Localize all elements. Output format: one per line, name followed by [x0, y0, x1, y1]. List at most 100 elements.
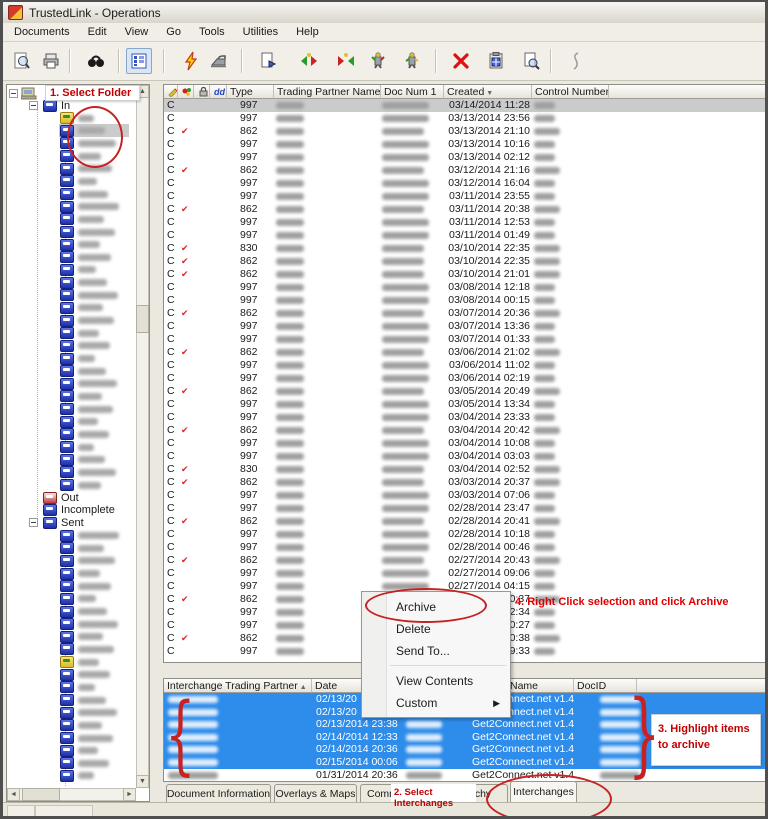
table-row[interactable]: C 997 03/11/2014 23:55: [164, 190, 765, 203]
find-button[interactable]: [83, 48, 109, 74]
tree-expander-icon[interactable]: [29, 518, 38, 528]
tab-document-information[interactable]: Document Information: [166, 784, 271, 802]
scroll-right-arrow[interactable]: ►: [123, 788, 136, 801]
table-row[interactable]: C ✔ 862 03/03/2014 20:37: [164, 476, 765, 489]
tree-item[interactable]: [60, 592, 96, 605]
edit-pencil-column-header[interactable]: [164, 85, 178, 99]
column-header-control-number[interactable]: Control Number: [532, 85, 609, 99]
tree-item[interactable]: [60, 251, 111, 264]
tree-item[interactable]: [60, 630, 103, 643]
scroll-left-arrow[interactable]: ◄: [7, 788, 20, 801]
tree-item[interactable]: [60, 263, 96, 276]
delete-button[interactable]: [448, 48, 474, 74]
scroll-down-arrow[interactable]: ▼: [136, 775, 149, 788]
table-row[interactable]: C ✔ 862 03/04/2014 20:42: [164, 424, 765, 437]
tree-item[interactable]: [60, 605, 107, 618]
table-row[interactable]: C ✔ 862 03/06/2014 21:02: [164, 346, 765, 359]
tree-item[interactable]: [60, 732, 113, 745]
tree-item[interactable]: [60, 466, 116, 479]
tree-item[interactable]: [60, 415, 98, 428]
tree-item[interactable]: [60, 352, 95, 365]
duplicate-column-header[interactable]: dd: [210, 85, 227, 99]
tree-item[interactable]: [60, 226, 115, 239]
tree-expander-icon[interactable]: [29, 101, 38, 110]
view-document-button[interactable]: [518, 48, 544, 74]
table-row[interactable]: C 997 03/14/2014 11:28: [164, 99, 765, 112]
tree-item[interactable]: [60, 441, 94, 454]
column-header-created[interactable]: Created ▼: [444, 85, 532, 99]
tree-item[interactable]: [60, 744, 98, 757]
table-row[interactable]: C ✔ 830 03/10/2014 22:35: [164, 242, 765, 255]
lock-column-header[interactable]: [194, 85, 210, 99]
tree-root-expander-icon[interactable]: [9, 89, 18, 98]
tree-root[interactable]: [21, 87, 37, 100]
tree-item[interactable]: [60, 314, 114, 327]
tree-item[interactable]: [60, 390, 102, 403]
tree-item-incomplete[interactable]: Incomplete: [43, 504, 115, 517]
table-row[interactable]: C 997 03/12/2014 16:04: [164, 177, 765, 190]
tree-item[interactable]: [60, 238, 100, 251]
column-header-trading-partner-name[interactable]: Trading Partner Name: [274, 85, 381, 99]
table-row[interactable]: C 997 03/04/2014 23:33: [164, 411, 765, 424]
table-row[interactable]: C 997 03/06/2014 11:02: [164, 359, 765, 372]
print-button[interactable]: [38, 48, 64, 74]
table-row[interactable]: C 997 03/04/2014 03:03: [164, 450, 765, 463]
table-row[interactable]: C ✔ 862 03/11/2014 20:38: [164, 203, 765, 216]
menu-utilities[interactable]: Utilities: [234, 24, 287, 40]
table-row[interactable]: C 997 03/07/2014 13:36: [164, 320, 765, 333]
table-row[interactable]: C 997 02/27/2014 09:06: [164, 567, 765, 580]
tab-overlays-maps[interactable]: Overlays & Maps: [274, 784, 357, 802]
tree-item[interactable]: [60, 327, 99, 340]
table-row[interactable]: C 997 03/07/2014 01:33: [164, 333, 765, 346]
attachment-column-header[interactable]: [178, 85, 194, 99]
table-row[interactable]: C 997 03/03/2014 07:06: [164, 489, 765, 502]
table-row[interactable]: C ✔ 862 03/12/2014 21:16: [164, 164, 765, 177]
tree-item[interactable]: [60, 428, 109, 441]
table-row[interactable]: C 997 03/13/2014 02:12: [164, 151, 765, 164]
table-row[interactable]: C 997 02/28/2014 23:47: [164, 502, 765, 515]
view-details-button[interactable]: [126, 48, 152, 74]
interchange-row[interactable]: 01/31/2014 20:36 Get2Connect.net v1.4: [164, 769, 765, 781]
tree-item[interactable]: [60, 188, 108, 201]
tree-item[interactable]: [60, 769, 94, 782]
menu-view[interactable]: View: [116, 24, 158, 40]
tree-item-out[interactable]: Out: [43, 491, 79, 504]
table-row[interactable]: C 997 03/05/2014 13:34: [164, 398, 765, 411]
table-row[interactable]: C 997 03/08/2014 00:15: [164, 294, 765, 307]
tree-item[interactable]: [60, 694, 106, 707]
tree-item[interactable]: [60, 643, 114, 656]
tree-item[interactable]: [60, 339, 110, 352]
table-row[interactable]: C 997 03/13/2014 10:16: [164, 138, 765, 151]
table-row[interactable]: C ✔ 830 03/04/2014 02:52: [164, 463, 765, 476]
tree-item[interactable]: [60, 479, 101, 492]
tree-item[interactable]: [60, 554, 115, 567]
menu-tools[interactable]: Tools: [190, 24, 234, 40]
context-menu-item-custom[interactable]: Custom ▶: [388, 692, 508, 714]
tree-item[interactable]: [60, 276, 107, 289]
task-runner-2-button[interactable]: [399, 48, 425, 74]
properties-clipboard-button[interactable]: [483, 48, 509, 74]
tree-item[interactable]: [60, 719, 102, 732]
table-row[interactable]: C ✔ 862 03/05/2014 20:49: [164, 385, 765, 398]
tree-item[interactable]: [60, 213, 104, 226]
menu-documents[interactable]: Documents: [5, 24, 79, 40]
table-row[interactable]: C 997 03/08/2014 12:18: [164, 281, 765, 294]
table-row[interactable]: C ✔ 862 03/07/2014 20:36: [164, 307, 765, 320]
table-row[interactable]: C ✔ 862 03/10/2014 21:01: [164, 268, 765, 281]
table-row[interactable]: C 997 03/06/2014 02:19: [164, 372, 765, 385]
tree-item[interactable]: [60, 175, 97, 188]
print-preview-button[interactable]: [9, 48, 35, 74]
table-row[interactable]: C 997 03/11/2014 01:49: [164, 229, 765, 242]
hscroll-thumb[interactable]: [22, 788, 60, 801]
column-header-doc-num-1[interactable]: Doc Num 1: [381, 85, 444, 99]
tree-item[interactable]: [60, 618, 118, 631]
script-squiggle-button[interactable]: [563, 48, 589, 74]
table-row[interactable]: C 997 03/04/2014 10:08: [164, 437, 765, 450]
table-row[interactable]: C ✔ 862 03/10/2014 22:35: [164, 255, 765, 268]
table-row[interactable]: C ✔ 862 02/28/2014 20:41: [164, 515, 765, 528]
task-runner-1-button[interactable]: [365, 48, 391, 74]
menu-go[interactable]: Go: [157, 24, 190, 40]
table-row[interactable]: C 997 03/11/2014 12:53: [164, 216, 765, 229]
translate-inbound-button[interactable]: [296, 48, 322, 74]
table-row[interactable]: C 997 02/28/2014 00:46: [164, 541, 765, 554]
